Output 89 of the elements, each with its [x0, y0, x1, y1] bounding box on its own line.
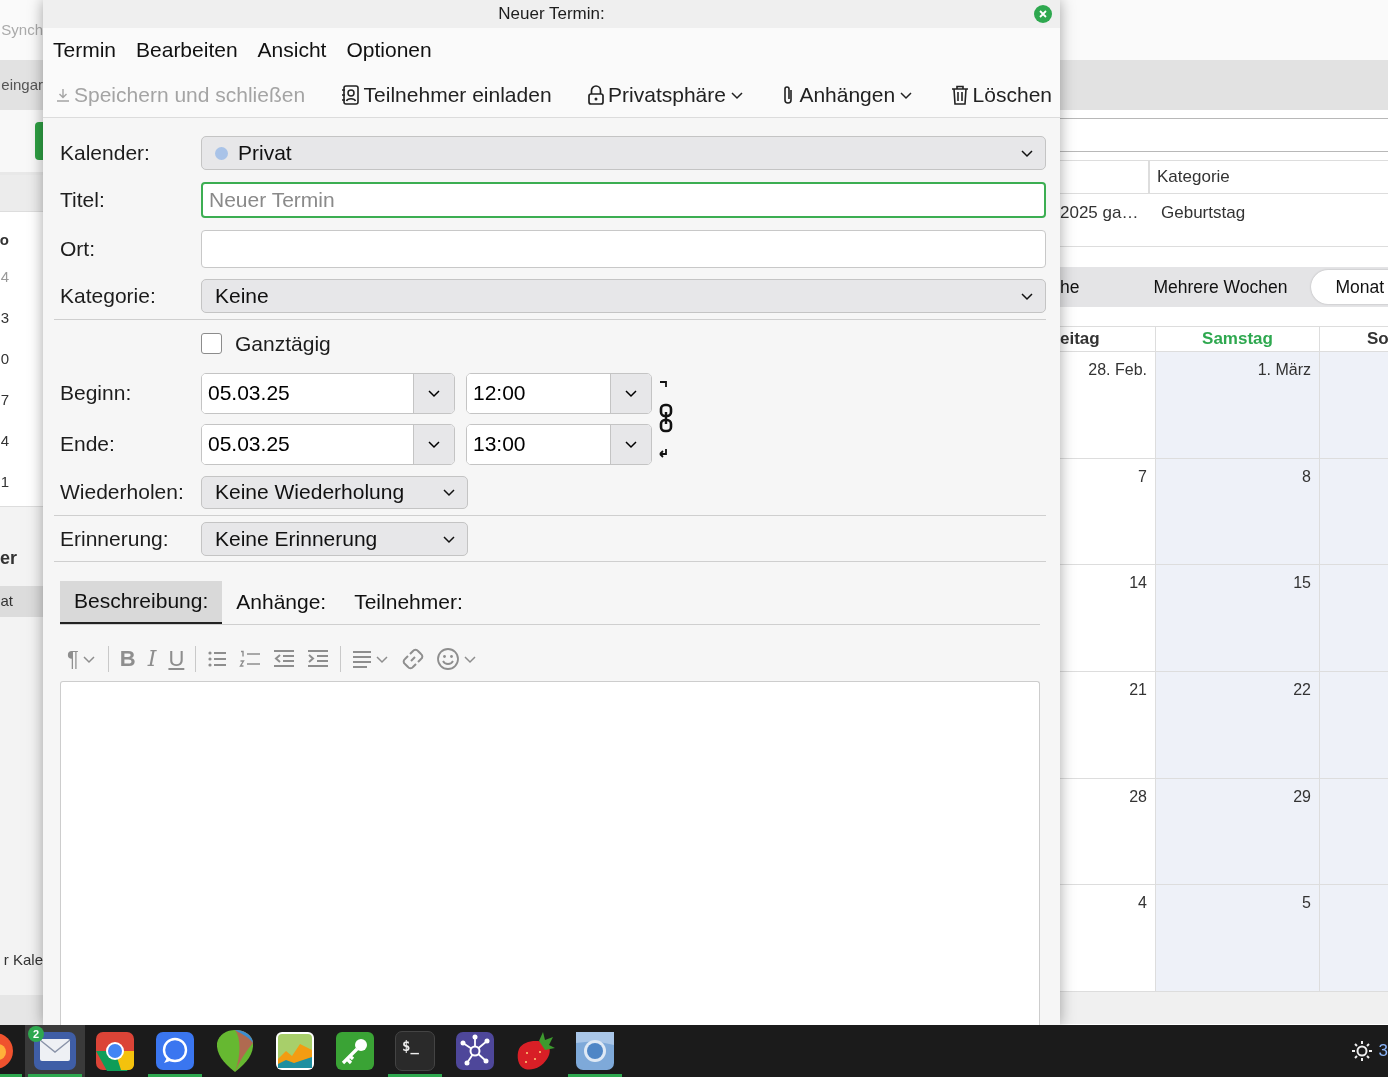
menu-item[interactable]: Ansicht: [257, 34, 327, 66]
weekday-header: o: [0, 230, 9, 250]
category-dropdown[interactable]: Keine: [201, 279, 1046, 313]
address-book-icon: [340, 83, 361, 106]
reminder-dropdown[interactable]: Keine Erinnerung: [201, 521, 468, 556]
network-icon: [455, 1031, 495, 1071]
time-picker[interactable]: 13:00: [466, 423, 652, 465]
menu-item[interactable]: Termin: [53, 34, 116, 66]
table-cell: 2025 ga…: [1060, 194, 1150, 247]
date-picker[interactable]: 05.03.25: [201, 423, 455, 465]
calendar-day[interactable]: 1: [0, 461, 9, 502]
field-label: Ende:: [60, 431, 116, 458]
trash-icon: [949, 83, 970, 106]
view-tab[interactable]: Mehrere Wochen: [1129, 270, 1312, 304]
field-label: Ort:: [60, 236, 96, 263]
brightness-level: 3: [1378, 1040, 1388, 1063]
day-cell: 4: [1060, 884, 1156, 991]
day-cell: 15: [1156, 564, 1320, 671]
outdent-icon: [273, 648, 296, 669]
menu-item[interactable]: Bearbeiten: [136, 34, 238, 66]
tab[interactable]: Beschreibung:: [60, 580, 223, 624]
close-icon: [1034, 5, 1052, 23]
day-cell: 28. Feb.: [1060, 351, 1156, 458]
status-bar: [0, 995, 43, 1025]
button[interactable]: [35, 122, 43, 160]
brightness-icon[interactable]: [1350, 1040, 1373, 1062]
key-icon: [335, 1031, 375, 1071]
calendar-day[interactable]: 7: [0, 379, 9, 420]
indent-icon: [307, 648, 330, 669]
day-cell: 5: [1156, 884, 1320, 991]
browser-icon: [95, 1031, 135, 1071]
column-header: Kategorie: [1150, 160, 1388, 194]
repeat-dropdown[interactable]: Keine Wiederholung: [201, 475, 468, 509]
calendar-day[interactable]: 4: [0, 420, 9, 461]
download-icon: [55, 86, 71, 103]
leaf-icon: [215, 1029, 255, 1073]
window-title: Neuer Termin:: [498, 3, 605, 26]
day-cell: 8: [1156, 457, 1320, 565]
field-label: Kalender:: [60, 140, 151, 167]
day-cell: 21: [1060, 671, 1156, 778]
browser-icon: [575, 1031, 615, 1071]
tab-label: eingar: [1, 74, 43, 95]
day-cell: 29: [1156, 777, 1320, 885]
taskbar-button[interactable]: $_: [385, 1025, 445, 1077]
envelope-icon: [33, 1031, 77, 1071]
lock-icon: [587, 83, 606, 106]
day-cell: 1. März: [1156, 351, 1320, 458]
tab[interactable]: Anhänge:: [222, 580, 341, 624]
field-label: Wiederholen:: [60, 479, 185, 506]
privacy-button[interactable]: Privatsphäre: [587, 78, 745, 111]
sidebar-item[interactable]: at: [0, 586, 43, 617]
checkbox-label: Ganztägig: [235, 331, 331, 357]
input-field[interactable]: [1060, 118, 1388, 152]
chart-icon: [275, 1031, 315, 1071]
calendar-day[interactable]: 3: [0, 297, 9, 338]
field-label: Kategorie:: [60, 283, 157, 310]
section-heading: er: [0, 547, 18, 570]
chat-bubble-icon: [155, 1031, 195, 1071]
time-picker[interactable]: 12:00: [466, 372, 652, 414]
field-label: Beginn:: [60, 380, 133, 407]
toolbar-text: Synch: [1, 19, 43, 40]
day-cell: 7: [1060, 457, 1156, 565]
day-cell: 28: [1060, 777, 1156, 885]
title-field[interactable]: Neuer Termin: [201, 182, 1046, 218]
day-cell: 22: [1156, 671, 1320, 778]
calendar-day[interactable]: 0: [0, 338, 9, 379]
unread-count: 2: [28, 1026, 44, 1042]
attach-button[interactable]: Anhängen: [780, 78, 915, 111]
sidebar-item[interactable]: r Kale: [0, 948, 43, 971]
view-tab[interactable]: he: [1060, 270, 1130, 304]
field-label: Titel:: [60, 187, 106, 214]
date-picker[interactable]: 05.03.25: [201, 372, 455, 414]
numbered-list-icon: [239, 648, 262, 669]
menu-item[interactable]: Optionen: [346, 34, 432, 66]
field-label: Erinnerung:: [60, 525, 170, 552]
view-tab[interactable]: Monat: [1311, 270, 1388, 304]
tab[interactable]: Teilnehmer:: [340, 580, 477, 624]
location-field[interactable]: [201, 230, 1046, 268]
invite-button[interactable]: Teilnehmer einladen: [340, 78, 552, 111]
prompt-text: $_: [402, 1038, 419, 1054]
table-cell: Geburtstag: [1150, 194, 1388, 247]
emoji-icon: [436, 646, 461, 671]
day-cell: 14: [1060, 564, 1156, 671]
calendar-dropdown[interactable]: Privat: [201, 136, 1046, 170]
align-icon: [352, 648, 373, 669]
checkbox[interactable]: [201, 333, 222, 355]
close-button[interactable]: [1034, 5, 1052, 23]
delete-button[interactable]: Löschen: [949, 78, 1052, 111]
link-icon: [402, 647, 425, 670]
